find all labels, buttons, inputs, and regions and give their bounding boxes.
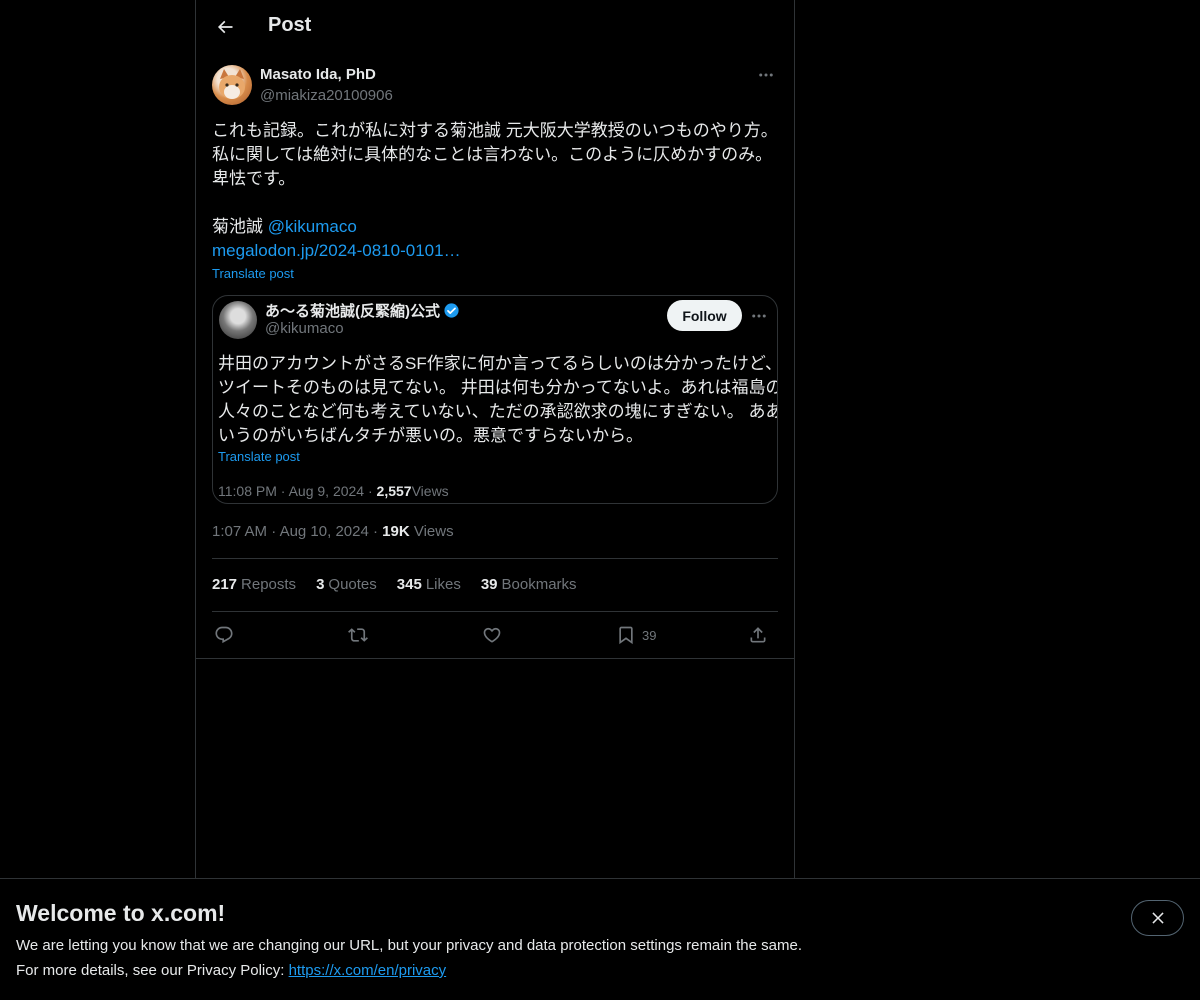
quotes-count: 3 [316, 576, 325, 593]
bookmarks-label: Bookmarks [501, 576, 577, 593]
banner-title: Welcome to x.com! [16, 900, 226, 926]
views-label: Views [413, 523, 454, 540]
post-column: Post Masato Ida, PhD @miakiza20100906 これ… [195, 0, 795, 878]
likes-stat[interactable]: 345 Likes [397, 576, 461, 593]
quotes-label: Quotes [328, 576, 377, 593]
reposts-count: 217 [212, 576, 238, 593]
like-icon [483, 627, 501, 643]
quoted-more-button[interactable] [747, 306, 771, 326]
quoted-date: Aug 9, 2024 [288, 483, 365, 499]
reposts-stat[interactable]: 217 Reposts [212, 576, 296, 593]
mention-line: 菊池誠 @kikumaco [212, 215, 782, 239]
translate-post-link[interactable]: Translate post [212, 266, 294, 281]
avatar[interactable] [212, 65, 252, 105]
quoted-meta: 11:08 PM · Aug 9, 2024 · 2,557Views [218, 483, 449, 499]
follow-button[interactable]: Follow [667, 300, 742, 331]
more-button[interactable] [754, 65, 778, 85]
like-button[interactable] [482, 622, 502, 648]
quoted-translate-link[interactable]: Translate post [218, 449, 300, 464]
action-bar: 39 [212, 622, 778, 648]
welcome-banner: Welcome to x.com! We are letting you kno… [0, 878, 1200, 1000]
cat-avatar-image [219, 69, 245, 99]
post-stats: 217 Reposts 3 Quotes 345 Likes 39 Bookmarks [212, 576, 577, 593]
quoted-views-label: Views [411, 483, 449, 499]
close-banner-button[interactable] [1131, 900, 1184, 936]
likes-label: Likes [425, 576, 461, 593]
separator: · [372, 523, 378, 540]
bookmarks-count: 39 [480, 576, 498, 593]
page-title: Post [268, 14, 312, 36]
quoted-views-count: 2,557 [376, 483, 412, 499]
quoted-avatar[interactable] [219, 301, 257, 339]
post-header: Post [196, 0, 794, 53]
reply-button[interactable] [214, 622, 234, 648]
post-text-line: 卑怯です。 [212, 169, 296, 188]
divider [196, 658, 794, 659]
privacy-policy-link[interactable]: https://x.com/en/privacy [289, 962, 447, 979]
bookmark-count: 39 [642, 627, 657, 643]
author-name[interactable]: Masato Ida, PhD [260, 66, 376, 83]
banner-text: For more details, see our Privacy Policy… [16, 962, 446, 979]
post-text: これも記録。これが私に対する菊池誠 元大阪大学教授のいつものやり方。 私に関して… [212, 119, 782, 263]
quoted-text-line: 井田のアカウントがさるSF作家に何か言ってるらしいのは分かったけど、 [218, 354, 778, 373]
more-icon [752, 314, 766, 318]
repost-icon [348, 628, 368, 642]
post-time[interactable]: 1:07 AM [212, 523, 267, 540]
close-icon [1151, 912, 1164, 924]
share-icon [750, 627, 766, 643]
reply-icon [215, 626, 233, 644]
author-handle[interactable]: @miakiza20100906 [260, 87, 393, 104]
share-button[interactable] [748, 622, 768, 648]
bookmark-button[interactable]: 39 [616, 622, 656, 648]
bookmarks-stat[interactable]: 39 Bookmarks [481, 576, 577, 593]
post-meta: 1:07 AM · Aug 10, 2024 · 19K Views [212, 523, 454, 540]
views-count: 19K [382, 523, 410, 540]
quoted-text: 井田のアカウントがさるSF作家に何か言ってるらしいのは分かったけど、 ツイートそ… [218, 352, 778, 448]
verified-badge-icon [444, 303, 459, 318]
likes-count: 345 [396, 576, 422, 593]
divider [212, 558, 778, 559]
quoted-author-name-text: あ〜る菊池誠(反緊縮)公式 [265, 303, 440, 320]
post-author: Masato Ida, PhD @miakiza20100906 [212, 65, 778, 107]
quoted-author-handle[interactable]: @kikumaco [265, 320, 344, 337]
mention-prefix: 菊池誠 [212, 217, 268, 236]
bookmark-icon [619, 626, 633, 645]
quoted-time: 11:08 PM [218, 483, 277, 499]
back-arrow-icon [217, 20, 233, 34]
post-date[interactable]: Aug 10, 2024 [280, 523, 369, 540]
url-link[interactable]: megalodon.jp/2024-0810-0101… [212, 239, 782, 263]
quoted-text-line: ツイートそのものは見てない。 井田は何も分かってないよ。あれは福島の [218, 378, 778, 397]
separator: · [367, 483, 373, 499]
reposts-label: Reposts [241, 576, 297, 593]
back-button[interactable] [208, 10, 242, 44]
banner-text: We are letting you know that we are chan… [16, 937, 802, 954]
quotes-stat[interactable]: 3 Quotes [316, 576, 377, 593]
repost-button[interactable] [348, 622, 368, 648]
mention-link[interactable]: @kikumaco [268, 217, 357, 236]
post-text-line: これも記録。これが私に対する菊池誠 元大阪大学教授のいつものやり方。 [212, 121, 778, 140]
quoted-text-line: 人々のことなど何も考えていない、ただの承認欲求の塊にすぎない。 ああ [218, 402, 778, 421]
banner-text-prefix: For more details, see our Privacy Policy… [16, 962, 289, 979]
separator: · [280, 483, 286, 499]
quoted-post[interactable]: あ〜る菊池誠(反緊縮)公式 @kikumaco Follow 井田のアカウントが… [212, 295, 778, 504]
quoted-author-name[interactable]: あ〜る菊池誠(反緊縮)公式 [265, 300, 460, 321]
separator: · [271, 523, 277, 540]
divider [212, 611, 778, 612]
quoted-text-line: いうのがいちばんタチが悪いの。悪意ですらないから。 [218, 426, 643, 445]
more-icon [759, 73, 773, 77]
post-text-line: 私に関しては絶対に具体的なことは言わない。このように仄めかすのみ。 [212, 145, 773, 164]
